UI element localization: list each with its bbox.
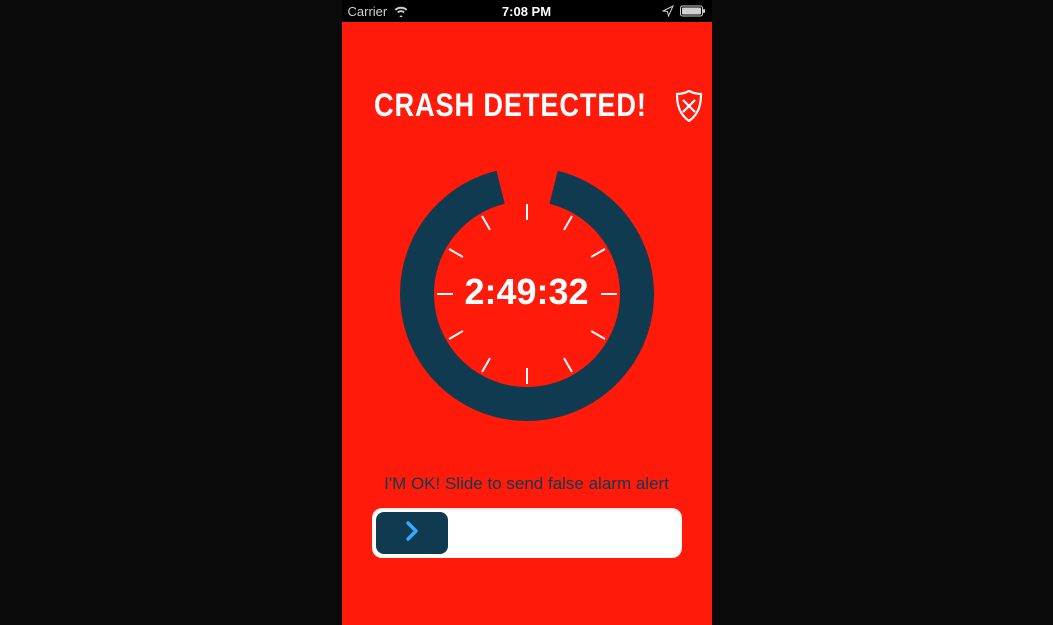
chevron-right-icon bbox=[404, 520, 420, 547]
countdown-ring: 2:49:32 bbox=[342, 154, 712, 434]
carrier-label: Carrier bbox=[348, 4, 388, 19]
slider-handle[interactable] bbox=[376, 512, 448, 554]
location-icon bbox=[662, 5, 674, 17]
phone-screen: Carrier 7:08 PM bbox=[342, 0, 712, 625]
countdown-timer: 2:49:32 bbox=[464, 271, 588, 313]
instruction-text: I'M OK! Slide to send false alarm alert bbox=[342, 474, 712, 494]
battery-icon bbox=[680, 5, 706, 17]
shield-icon bbox=[675, 90, 703, 122]
crash-title: CRASH DETECTED! bbox=[374, 87, 647, 124]
false-alarm-slider[interactable] bbox=[372, 508, 682, 558]
wifi-icon bbox=[393, 5, 409, 17]
status-bar: Carrier 7:08 PM bbox=[342, 0, 712, 22]
status-time: 7:08 PM bbox=[502, 4, 551, 19]
